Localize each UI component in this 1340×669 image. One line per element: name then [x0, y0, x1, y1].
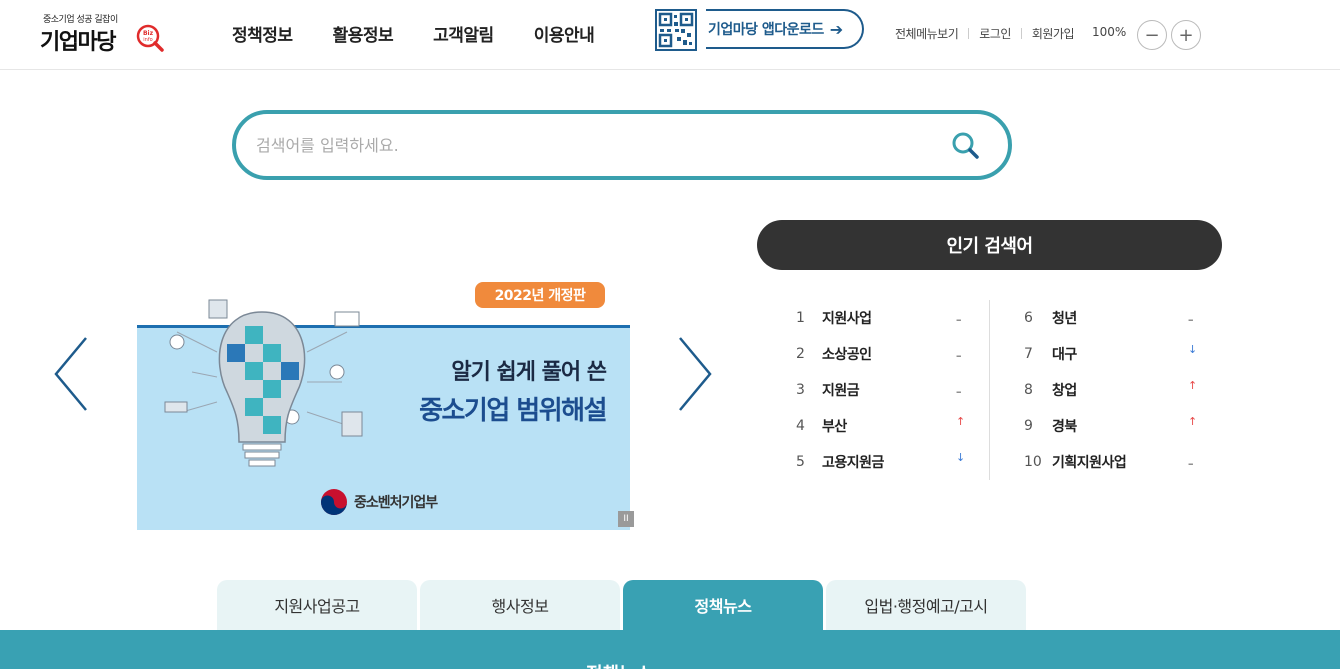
keyword-item[interactable]: 3 지원금 – [790, 372, 990, 408]
logo-brand: 기업마당 [40, 30, 116, 55]
all-menu-link[interactable]: 전체메뉴보기 [895, 25, 959, 42]
trend-same-icon: – [956, 313, 962, 326]
trend-same-icon: – [956, 385, 962, 398]
keyword-rank: 3 [796, 382, 805, 398]
keyword-text: 소상공인 [822, 347, 872, 363]
tab-legislation-notices[interactable]: 입법·행정예고/고시 [826, 580, 1026, 630]
keyword-text: 대구 [1052, 347, 1077, 363]
login-link[interactable]: 로그인 [979, 25, 1011, 42]
keyword-rank: 1 [796, 310, 805, 326]
keyword-text: 지원금 [822, 383, 860, 399]
search-box [232, 110, 1012, 180]
chevron-left-icon[interactable] [52, 336, 92, 412]
util-separator [1020, 28, 1022, 39]
app-download-button[interactable]: 기업마당 앱다운로드 ➔ [706, 9, 864, 49]
keyword-item[interactable]: 4 부산 ↑ [790, 408, 990, 444]
keyword-item[interactable]: 5 고용지원금 ↓ [790, 444, 990, 480]
tab-support-announcements[interactable]: 지원사업공고 [217, 580, 417, 630]
keyword-rank: 5 [796, 454, 805, 470]
svg-text:info: info [143, 37, 152, 43]
trend-down-icon: ↓ [956, 451, 966, 464]
zoom-out-button[interactable]: − [1137, 20, 1167, 50]
util-separator [968, 28, 970, 39]
bizinfo-badge-icon: Biz info [136, 24, 164, 52]
keyword-rank: 2 [796, 346, 805, 362]
keyword-rank: 8 [1024, 382, 1033, 398]
nav-policy-info[interactable]: 정책정보 [232, 21, 293, 46]
keyword-text: 기획지원사업 [1052, 455, 1127, 471]
qr-code-icon[interactable] [655, 9, 697, 51]
main-nav: 정책정보 활용정보 고객알림 이용안내 [232, 21, 634, 46]
trend-same-icon: – [956, 349, 962, 362]
chevron-right-icon[interactable] [674, 336, 714, 412]
arrow-right-icon: ➔ [829, 19, 843, 39]
keyword-text: 경북 [1052, 419, 1077, 435]
ministry-logo: 중소벤처기업부 [320, 488, 438, 516]
tab-events[interactable]: 행사정보 [420, 580, 620, 630]
keyword-rank: 4 [796, 418, 805, 434]
trend-up-icon: ↑ [956, 415, 966, 428]
keyword-item[interactable]: 6 청년 – [1020, 300, 1220, 336]
keyword-list-left: 1 지원사업 – 2 소상공인 – 3 지원금 – 4 부산 ↑ 5 고용지원금… [790, 300, 990, 480]
nav-notices[interactable]: 고객알림 [433, 21, 494, 46]
keyword-item[interactable]: 9 경북 ↑ [1020, 408, 1220, 444]
keyword-text: 고용지원금 [822, 455, 884, 471]
trend-down-icon: ↓ [1188, 343, 1198, 356]
tab-policy-news[interactable]: 정책뉴스 [623, 580, 823, 630]
keyword-rank: 10 [1024, 454, 1042, 470]
trend-up-icon: ↑ [1188, 415, 1198, 428]
keyword-text: 청년 [1052, 311, 1077, 327]
ministry-name: 중소벤처기업부 [354, 495, 438, 511]
trend-same-icon: – [1188, 457, 1194, 470]
app-download-label: 기업마당 앱다운로드 [708, 22, 824, 38]
puzzle-lightbulb-icon [164, 299, 363, 467]
keyword-text: 부산 [822, 419, 847, 435]
banner-headline-2: 중소기업 범위해설 [419, 396, 607, 426]
site-header: 중소기업 성공 길잡이 기업마당 Biz info 정책정보 활용정보 고객알림… [0, 0, 1340, 70]
trend-same-icon: – [1188, 313, 1194, 326]
nav-guide[interactable]: 이용안내 [534, 21, 595, 46]
popular-keywords-title: 인기 검색어 [757, 220, 1222, 270]
keyword-rank: 7 [1024, 346, 1033, 362]
keyword-text: 창업 [1052, 383, 1077, 399]
keyword-item[interactable]: 1 지원사업 – [790, 300, 990, 336]
keyword-item[interactable]: 7 대구 ↓ [1020, 336, 1220, 372]
keyword-item[interactable]: 8 창업 ↑ [1020, 372, 1220, 408]
content-tabs: 지원사업공고 행사정보 정책뉴스 입법·행정예고/고시 [217, 580, 1029, 630]
trend-up-icon: ↑ [1188, 379, 1198, 392]
taegeuk-icon [321, 489, 347, 515]
zoom-in-button[interactable]: + [1171, 20, 1201, 50]
search-input[interactable] [256, 130, 936, 160]
keyword-list-right: 6 청년 – 7 대구 ↓ 8 창업 ↑ 9 경북 ↑ 10 기획지원사업 – [1020, 300, 1220, 480]
edition-badge: 2022년 개정판 [475, 282, 605, 308]
utility-links: 전체메뉴보기 로그인 회원가입 [895, 25, 1075, 42]
search-icon[interactable] [950, 130, 982, 162]
keyword-item[interactable]: 2 소상공인 – [790, 336, 990, 372]
svg-text:Biz: Biz [143, 30, 154, 37]
zoom-level: 100% [1092, 25, 1127, 39]
keyword-rank: 9 [1024, 418, 1033, 434]
carousel-pause-button[interactable]: II [618, 511, 634, 527]
site-logo[interactable]: 중소기업 성공 길잡이 기업마당 Biz info [40, 12, 165, 58]
keyword-item[interactable]: 10 기획지원사업 – [1020, 444, 1220, 480]
signup-link[interactable]: 회원가입 [1032, 25, 1075, 42]
nav-useful-info[interactable]: 활용정보 [333, 21, 394, 46]
keyword-divider [989, 300, 990, 480]
keyword-rank: 6 [1024, 310, 1033, 326]
keyword-text: 지원사업 [822, 311, 872, 327]
main-banner[interactable]: 2022년 개정판 알기 쉽게 풀어 쓴 중소기업 범위해설 중소벤처기업부 [137, 278, 630, 530]
banner-headline-1: 알기 쉽게 풀어 쓴 [451, 360, 607, 385]
tab-panel: 정책뉴스 [0, 630, 1340, 669]
panel-title: 정책뉴스 [586, 660, 652, 669]
